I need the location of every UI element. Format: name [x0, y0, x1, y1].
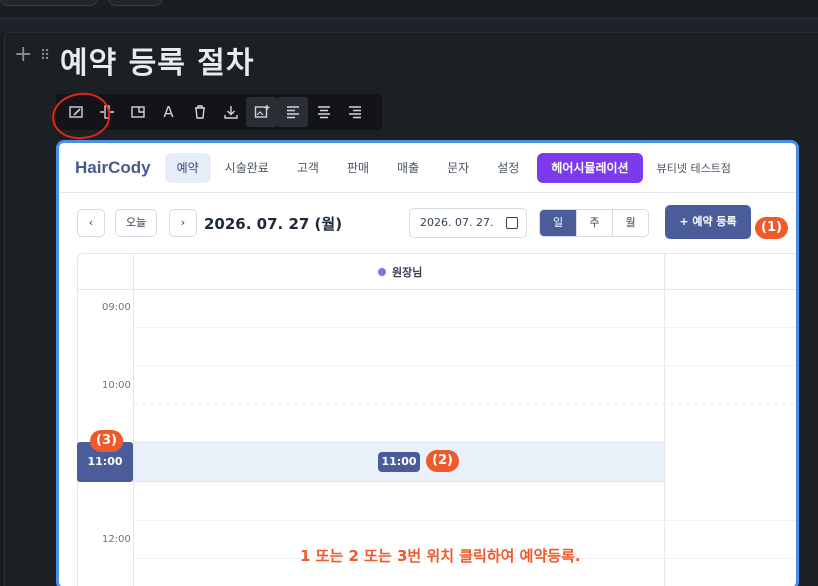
top-tab-left[interactable] [0, 0, 98, 6]
nav-item-treatment-done[interactable]: 시술완료 [211, 153, 283, 183]
page-title: 예약 등록 절차 [60, 46, 255, 81]
staff-name: 원장님 [392, 266, 423, 279]
nav-item-settings[interactable]: 설정 [483, 153, 533, 183]
nav-item-sales[interactable]: 판매 [333, 153, 383, 183]
view-week-button[interactable]: 주 [576, 210, 612, 236]
calendar-icon[interactable] [506, 217, 518, 229]
annotation-badge-3: (3) [90, 430, 123, 452]
text-icon-glyph: A [163, 103, 174, 121]
annotation-badge-1: (1) [755, 217, 788, 239]
time-label: 12:00 [102, 534, 131, 545]
staff-color-dot [378, 268, 386, 276]
prev-button[interactable]: ‹ [77, 209, 105, 237]
view-month-button[interactable]: 월 [612, 210, 648, 236]
annotation-badge-2: (2) [426, 450, 459, 472]
app-nav-bar: HairCody 예약 시술완료 고객 판매 매출 문자 설정 헤어시뮬레이션 … [59, 143, 796, 193]
today-button[interactable]: 오늘 [115, 209, 157, 237]
nav-item-hair-simulation[interactable]: 헤어시뮬레이션 [537, 152, 643, 183]
align-center-icon[interactable] [308, 97, 339, 127]
add-reservation-button[interactable]: + 예약 등록 [665, 205, 751, 239]
editor-top-strip [0, 18, 818, 32]
drag-handle-icon[interactable]: ⠿ [40, 49, 50, 63]
time-column-divider [133, 254, 134, 586]
grid-row-line [134, 404, 796, 405]
nav-item-revenue[interactable]: 매출 [383, 153, 433, 183]
brand-logo: HairCody [75, 157, 151, 177]
instruction-text: 1 또는 2 또는 3번 위치 클릭하여 예약등록. [300, 547, 581, 565]
time-chip[interactable]: 11:00 [378, 452, 420, 472]
download-icon[interactable] [215, 97, 246, 127]
embedded-screenshot[interactable]: HairCody 예약 시술완료 고객 판매 매출 문자 설정 헤어시뮬레이션 … [56, 140, 799, 586]
align-right-icon[interactable] [339, 97, 370, 127]
image-crop-icon[interactable] [122, 97, 153, 127]
grid-row-line [134, 365, 796, 366]
image-add-icon[interactable] [246, 97, 277, 127]
date-input-value: 2026. 07. 27. [420, 216, 494, 229]
trash-icon[interactable] [184, 97, 215, 127]
plus-icon[interactable]: + [14, 44, 32, 66]
grid-header-divider [78, 289, 796, 290]
text-icon[interactable]: A [153, 97, 184, 127]
view-switcher: 일 주 월 [539, 209, 649, 237]
align-left-icon[interactable] [277, 97, 308, 127]
grid-row-line [134, 327, 796, 328]
calendar-grid: 원장님 09:00 10:00 12:00 11:00 11:00 (2) (3… [77, 253, 796, 586]
shop-name: 뷰티넷 테스트점 [656, 161, 731, 175]
nav-item-customers[interactable]: 고객 [283, 153, 333, 183]
top-tab-right[interactable] [108, 0, 163, 6]
view-day-button[interactable]: 일 [540, 210, 576, 236]
grid-row-line [134, 520, 796, 521]
calendar-toolbar: ‹ 오늘 › 2026. 07. 27 (월) 2026. 07. 27. 일 … [59, 201, 796, 241]
time-label: 10:00 [102, 380, 131, 391]
staff-header: 원장님 [378, 264, 422, 280]
date-input[interactable]: 2026. 07. 27. [409, 208, 527, 238]
time-label: 09:00 [102, 302, 131, 313]
nav-item-messages[interactable]: 문자 [433, 153, 483, 183]
next-button[interactable]: › [169, 209, 197, 237]
date-title: 2026. 07. 27 (월) [204, 215, 343, 233]
staff-column-divider [664, 254, 665, 586]
nav-item-reservation[interactable]: 예약 [164, 152, 211, 183]
